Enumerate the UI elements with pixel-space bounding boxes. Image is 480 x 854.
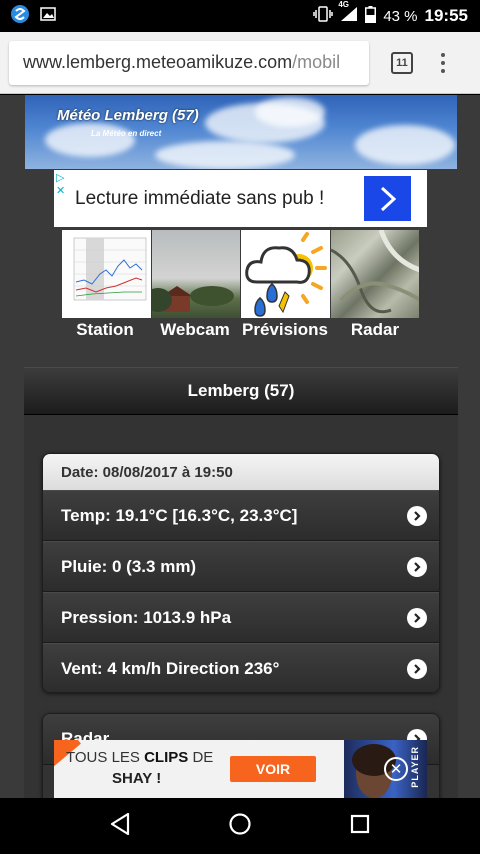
back-icon[interactable] [109,812,131,841]
web-page: Météo Lemberg (57) La Météo en direct ▷ ✕… [0,95,480,798]
pressure-row[interactable]: Pression: 1013.9 hPa [43,592,439,643]
browser-menu-icon[interactable] [441,52,445,73]
battery-level: 43 % [383,7,418,25]
page-header: Lemberg (57) [24,367,458,415]
chevron-right-icon [380,186,396,211]
weather-date: Date: 08/08/2017 à 19:50 [43,454,439,490]
nav-link-station[interactable]: Station [60,320,150,342]
recents-icon[interactable] [349,813,371,840]
status-bar: 4G 43 % 19:55 [0,0,480,32]
site-banner[interactable]: Météo Lemberg (57) La Météo en direct [25,95,457,169]
url-path: /mobil [292,52,341,72]
nav-link-webcam[interactable]: Webcam [150,320,240,342]
wind-label: Vent: 4 km/h Direction 236° [61,658,280,678]
nav-thumbnails [62,230,420,318]
chevron-right-icon [407,607,427,628]
bottom-ad-line1: TOUS LES CLIPS DE [66,749,213,766]
bottom-ad[interactable]: TOUS LES CLIPS DE SHAY ! VOIR ✕ PLAYER [54,740,427,798]
app-s-icon [10,4,30,29]
adchoices-icon[interactable]: ▷ ✕ [56,172,65,198]
signal-icon: 4G [338,0,358,26]
tab-switcher-button[interactable]: 11 [391,51,413,74]
voir-button[interactable]: VOIR [230,756,316,782]
image-notification-icon [40,6,56,27]
banner-title: Météo Lemberg (57) [57,107,199,124]
browser-toolbar: www.lemberg.meteoamikuze.com/mobil 11 [0,32,480,94]
top-ad-arrow-button[interactable] [364,176,411,221]
pressure-label: Pression: 1013.9 hPa [61,607,232,627]
webcam-thumbnail[interactable] [151,230,240,318]
rain-label: Pluie: 0 (3.3 mm) [61,556,197,576]
chevron-right-icon [407,556,427,577]
system-nav-bar [0,798,480,854]
close-ad-icon[interactable]: ✕ [384,757,408,781]
weather-card: Date: 08/08/2017 à 19:50 Temp: 19.1°C [1… [42,453,440,693]
vibrate-icon [313,6,334,26]
forecast-thumbnail[interactable] [241,230,330,318]
ad-line1-bold: CLIPS [144,749,189,766]
chevron-right-icon [407,505,427,526]
wind-row[interactable]: Vent: 4 km/h Direction 236° [43,643,439,692]
radar-thumbnail[interactable] [330,230,419,318]
ad-line1-suffix: DE [192,749,214,766]
bottom-ad-line2: SHAY ! [112,770,162,787]
nav-link-radar[interactable]: Radar [330,320,420,342]
battery-icon [365,5,377,27]
url-domain: www.lemberg.meteoamikuze.com [23,52,293,72]
home-icon[interactable] [228,812,252,841]
player-brand: PLAYER [410,746,420,788]
banner-subtitle: La Météo en direct [91,129,162,138]
nav-link-previsions[interactable]: Prévisions [240,320,330,342]
station-graph-thumbnail[interactable] [62,230,151,318]
ad-line1-prefix: TOUS LES [66,749,140,766]
temperature-label: Temp: 19.1°C [16.3°C, 23.3°C] [61,505,298,525]
chevron-right-icon [407,658,427,679]
url-field[interactable]: www.lemberg.meteoamikuze.com/mobil [9,40,369,85]
rain-row[interactable]: Pluie: 0 (3.3 mm) [43,541,439,592]
clock: 19:55 [424,6,468,25]
top-ad[interactable]: ▷ ✕ Lecture immédiate sans pub ! [54,170,427,227]
network-type: 4G [338,0,349,9]
nav-label-row: Station Webcam Prévisions Radar [60,320,422,342]
temperature-row[interactable]: Temp: 19.1°C [16.3°C, 23.3°C] [43,490,439,541]
top-ad-text: Lecture immédiate sans pub ! [75,187,325,209]
